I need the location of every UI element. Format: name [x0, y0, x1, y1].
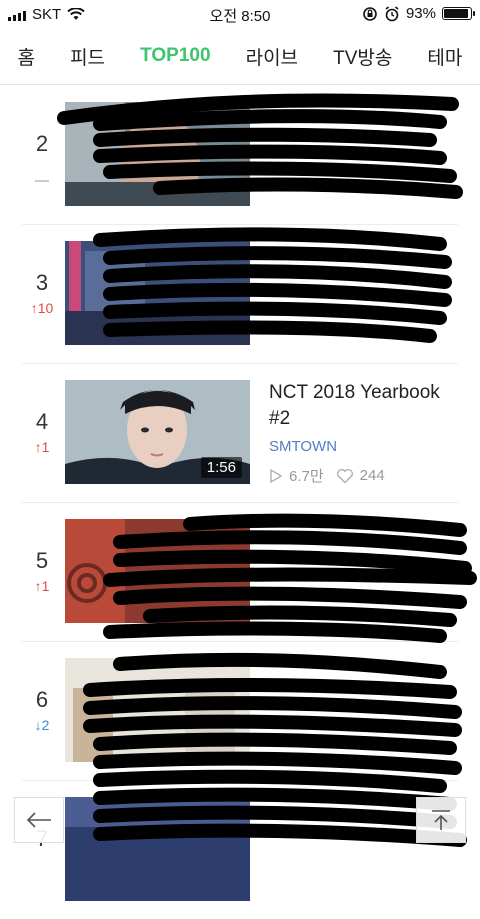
video-thumbnail[interactable]: 1:56 [65, 380, 250, 484]
tab-tv[interactable]: TV방송 [329, 41, 396, 72]
tab-theme[interactable]: 테마 [423, 41, 466, 72]
status-bar: SKT 오전 8:50 93% [0, 0, 480, 28]
rank-change-none [22, 169, 62, 185]
tab-live[interactable]: 라이브 [242, 41, 302, 72]
battery-percent: 93% [405, 5, 436, 22]
rank-number: 6 [35, 687, 49, 712]
video-thumbnail[interactable] [65, 658, 250, 762]
list-item[interactable]: 5 ↑1 [22, 502, 458, 642]
status-right: 93% [362, 5, 475, 22]
video-stats: 6.7만 244 [269, 465, 459, 486]
battery-icon [442, 7, 475, 20]
tab-feed[interactable]: 피드 [66, 41, 109, 72]
heart-icon [336, 468, 353, 483]
list-item[interactable]: 7 [22, 780, 458, 919]
view-count: 6.7만 [289, 468, 324, 485]
list-item[interactable]: 3 ↑10 [22, 224, 458, 364]
alarm-icon [385, 5, 399, 21]
video-title[interactable]: NCT 2018 Yearbook #2 [269, 380, 459, 432]
list-item[interactable]: 6 ↓2 [22, 641, 458, 781]
video-duration: 1:56 [200, 457, 242, 478]
list-item[interactable]: 4 ↑1 1:56 NCT 2018 Yearbook #2 SMTOWN 6.… [22, 363, 458, 503]
tab-home[interactable]: 홈 [14, 41, 39, 72]
play-icon [270, 468, 283, 483]
video-thumbnail[interactable] [65, 797, 250, 901]
list-item[interactable]: 2 [22, 85, 458, 225]
rank-change-up: ↑10 [30, 300, 54, 316]
rank-number: 3 [35, 270, 49, 295]
video-thumbnail[interactable] [65, 241, 250, 345]
scroll-top-button[interactable] [416, 797, 466, 843]
category-tabs: 홈 피드 TOP100 라이브 TV방송 테마 [0, 38, 480, 74]
rank-number: 4 [35, 409, 49, 434]
rank-change-down: ↓2 [34, 717, 50, 733]
tab-top100[interactable]: TOP100 [136, 43, 214, 69]
video-thumbnail[interactable] [65, 519, 250, 623]
rank-number: 2 [35, 131, 49, 156]
like-count: 244 [359, 467, 385, 484]
video-info: NCT 2018 Yearbook #2 SMTOWN 6.7만 244 [269, 380, 459, 486]
rank-change-up: ↑1 [34, 439, 50, 455]
scroll-to-top-icon [432, 810, 450, 830]
back-button[interactable] [14, 797, 64, 843]
rank-change-up: ↑1 [34, 578, 50, 594]
video-thumbnail[interactable] [65, 102, 250, 206]
arrow-left-icon [26, 812, 51, 828]
video-artist[interactable]: SMTOWN [269, 438, 459, 455]
rotation-lock-icon [363, 6, 377, 21]
rank-number: 5 [35, 548, 49, 573]
